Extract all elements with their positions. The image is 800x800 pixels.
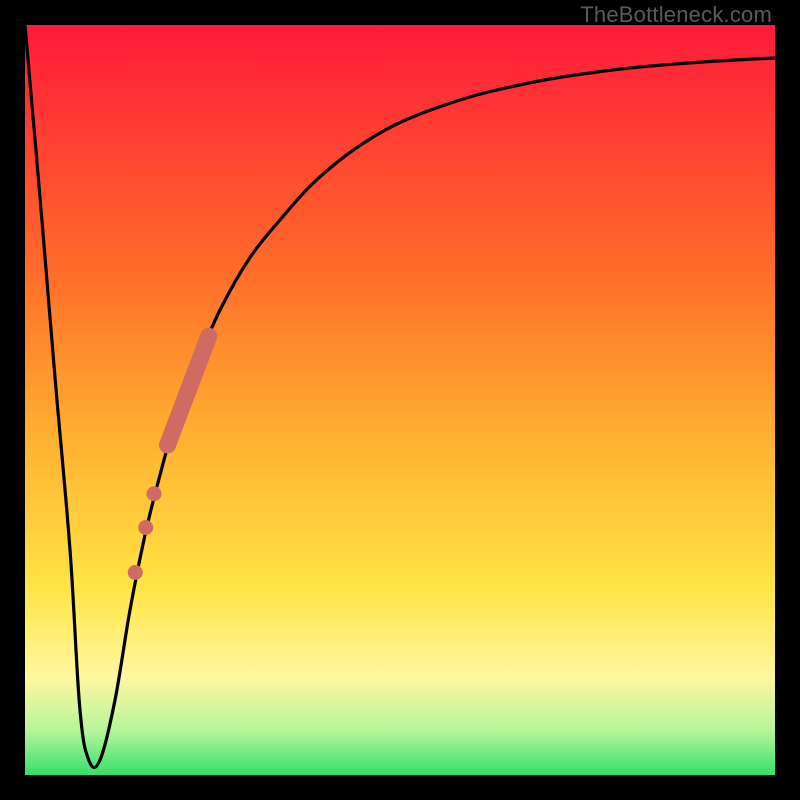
bottleneck-curve <box>25 25 775 768</box>
highlight-band <box>168 336 209 445</box>
watermark-text: TheBottleneck.com <box>580 2 772 28</box>
curve-layer <box>25 25 775 775</box>
highlight-markers <box>128 336 209 580</box>
highlight-dot <box>138 520 153 535</box>
chart-frame: TheBottleneck.com <box>0 0 800 800</box>
plot-area <box>25 25 775 775</box>
highlight-dot <box>147 486 162 501</box>
highlight-dot <box>128 565 143 580</box>
